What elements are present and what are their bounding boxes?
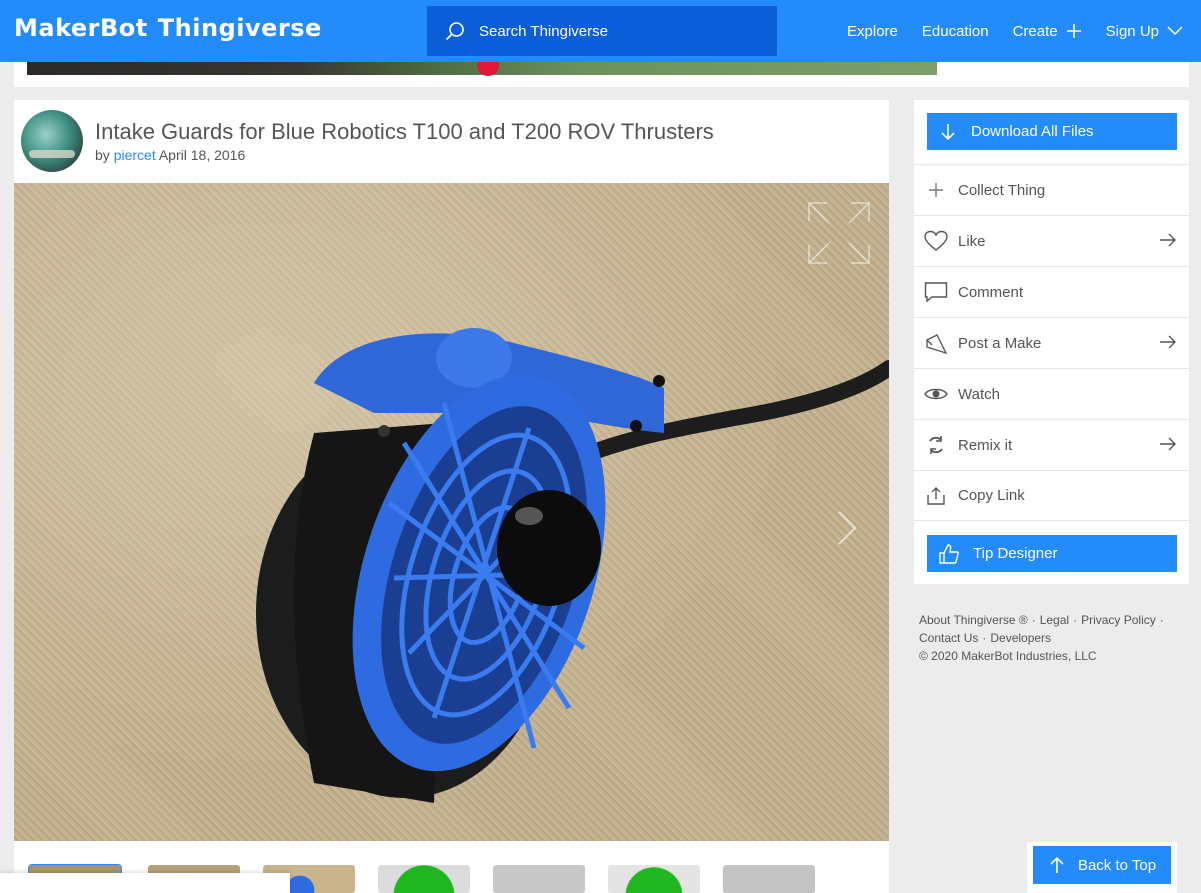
footer-separator: · bbox=[1031, 613, 1036, 627]
nav-explore[interactable]: Explore bbox=[847, 23, 898, 40]
author-avatar[interactable] bbox=[21, 110, 83, 172]
search-icon bbox=[445, 22, 464, 41]
collect-thing-action[interactable]: Collect Thing bbox=[914, 164, 1189, 215]
byline-by: by bbox=[95, 147, 110, 163]
remix-it-action[interactable]: Remix it bbox=[914, 419, 1189, 470]
arrow-right-icon bbox=[1160, 335, 1176, 349]
copy-link-label: Copy Link bbox=[958, 487, 1025, 504]
plus-icon bbox=[929, 183, 943, 197]
nav-sign-up-label: Sign Up bbox=[1105, 22, 1159, 40]
post-a-make-action[interactable]: Post a Make bbox=[914, 317, 1189, 368]
search-box[interactable] bbox=[427, 6, 777, 56]
thumbnail-7[interactable] bbox=[723, 865, 815, 893]
chevron-down-icon bbox=[1167, 26, 1183, 36]
nav-sign-up[interactable]: Sign Up bbox=[1106, 23, 1183, 40]
back-to-top-button[interactable]: Back to Top bbox=[1033, 846, 1171, 884]
logo-brand: MakerBot bbox=[14, 14, 148, 42]
thing-title: Intake Guards for Blue Robotics T100 and… bbox=[95, 119, 714, 144]
like-label: Like bbox=[958, 232, 986, 250]
main-photo[interactable] bbox=[14, 183, 889, 841]
thing-actions-panel: Download All Files Collect Thing Like Co… bbox=[914, 100, 1189, 584]
back-to-top-label: Back to Top bbox=[1077, 856, 1157, 874]
thumbnail-4[interactable] bbox=[378, 865, 470, 893]
legal-link[interactable]: Legal bbox=[1040, 613, 1069, 627]
heart-icon bbox=[924, 230, 948, 251]
logo-product: Thingiverse bbox=[157, 14, 322, 42]
action-list: Collect Thing Like Comment Post a Make W… bbox=[914, 164, 1189, 521]
plus-icon bbox=[1066, 24, 1081, 38]
arrow-up-icon bbox=[1050, 856, 1064, 873]
thumbs-up-icon bbox=[939, 543, 959, 564]
thumbnail-5[interactable] bbox=[493, 865, 585, 893]
collect-thing-label: Collect Thing bbox=[958, 181, 1046, 199]
watch-action[interactable]: Watch bbox=[914, 368, 1189, 419]
download-all-files-button[interactable]: Download All Files bbox=[927, 113, 1177, 150]
search-input[interactable] bbox=[477, 21, 761, 41]
footer-separator: · bbox=[1159, 613, 1164, 627]
footer-separator: · bbox=[982, 631, 987, 645]
download-arrow-icon bbox=[941, 123, 955, 140]
author-link[interactable]: piercet bbox=[114, 147, 156, 163]
thing-byline: by piercet April 18, 2016 bbox=[95, 147, 245, 163]
nav-explore-label: Explore bbox=[847, 22, 898, 40]
back-to-top-container: Back to Top bbox=[1027, 842, 1177, 893]
next-image-arrow-icon[interactable] bbox=[831, 508, 861, 548]
ad-banner-container bbox=[14, 54, 1189, 87]
top-navigation-bar: MakerBot Thingiverse Explore Education Cr… bbox=[0, 0, 1201, 62]
thruster-photo bbox=[256, 328, 889, 803]
copy-link-action[interactable]: Copy Link bbox=[914, 470, 1189, 521]
nav-education-label: Education bbox=[921, 22, 989, 40]
about-thingiverse-link[interactable]: About Thingiverse ® bbox=[919, 613, 1028, 627]
comment-label: Comment bbox=[958, 283, 1024, 301]
share-icon bbox=[927, 486, 945, 505]
tip-designer-button[interactable]: Tip Designer bbox=[927, 535, 1177, 572]
make-icon bbox=[926, 334, 948, 355]
footer-separator: · bbox=[1073, 613, 1078, 627]
nav-education[interactable]: Education bbox=[922, 23, 989, 40]
remix-it-label: Remix it bbox=[958, 436, 1013, 454]
download-all-files-label: Download All Files bbox=[971, 123, 1094, 140]
copyright: © 2020 MakerBot Industries, LLC bbox=[919, 649, 1097, 663]
developers-link[interactable]: Developers bbox=[990, 631, 1051, 645]
privacy-policy-link[interactable]: Privacy Policy bbox=[1081, 613, 1156, 627]
main-nav: Explore Education Create Sign Up bbox=[823, 0, 1183, 62]
arrow-right-icon bbox=[1160, 437, 1176, 451]
nav-create-label: Create bbox=[1012, 22, 1058, 40]
contact-us-link[interactable]: Contact Us bbox=[919, 631, 978, 645]
arrow-right-icon bbox=[1160, 233, 1176, 247]
tip-designer-label: Tip Designer bbox=[973, 545, 1058, 562]
eye-icon bbox=[924, 388, 948, 400]
thing-card: Intake Guards for Blue Robotics T100 and… bbox=[14, 100, 889, 893]
publish-date: April 18, 2016 bbox=[158, 147, 246, 163]
watch-label: Watch bbox=[958, 385, 1000, 403]
nav-create[interactable]: Create bbox=[1013, 23, 1082, 40]
remix-icon bbox=[929, 436, 943, 454]
makerbot-thingiverse-logo[interactable]: MakerBot Thingiverse bbox=[14, 14, 322, 42]
fullscreen-icon[interactable] bbox=[807, 201, 871, 265]
post-a-make-label: Post a Make bbox=[958, 334, 1042, 352]
bottom-popup-edge bbox=[0, 873, 290, 893]
comment-icon bbox=[924, 282, 948, 303]
ad-banner[interactable] bbox=[27, 54, 937, 76]
like-action[interactable]: Like bbox=[914, 215, 1189, 266]
comment-action[interactable]: Comment bbox=[914, 266, 1189, 317]
thumbnail-6[interactable] bbox=[608, 865, 700, 893]
avatar-decoration bbox=[29, 150, 75, 158]
sidebar-footer: About Thingiverse ® · Legal · Privacy Policy… bbox=[919, 611, 1168, 665]
